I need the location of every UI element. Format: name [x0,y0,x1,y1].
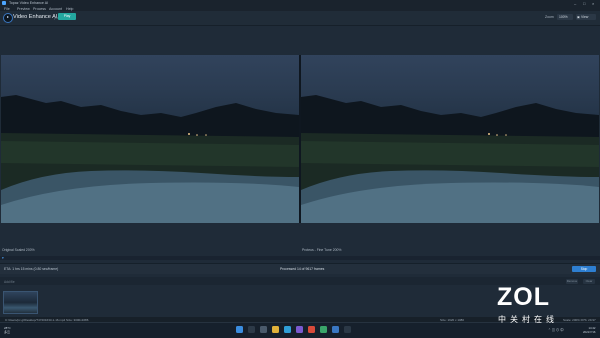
edge-icon[interactable] [284,326,291,333]
video-thumbnail[interactable] [3,291,38,314]
view-select[interactable]: View [576,13,596,20]
clock-date: 2021/7/16 [583,330,596,334]
original-preview-label: Original Scaled 200% [2,248,35,252]
menu-help[interactable]: Help [66,7,73,11]
stop-button[interactable]: Stop [572,265,596,272]
expand-icon[interactable]: ▾ [2,256,4,260]
zoom-select[interactable]: 100% [557,13,573,20]
search-icon[interactable] [248,326,255,333]
menu-account[interactable]: Account [49,7,62,11]
progress-text: Processed 14 of 9617 frames [280,267,325,271]
enhanced-preview-label: Proteus - Fine Tune 200% [302,248,342,252]
close-icon[interactable]: × [592,1,594,6]
menu-preview[interactable]: Preview [17,7,30,11]
zol-watermark-logo: ZOL [497,283,550,311]
clear-button[interactable]: Clear [583,279,595,284]
app-icon-green[interactable] [320,326,327,333]
maximize-icon[interactable]: □ [583,1,585,6]
app-icon-dark[interactable] [344,326,351,333]
remove-button[interactable]: Remove [566,279,578,284]
system-tray[interactable]: ⌃ ◫ ⊙ 中 [548,327,564,332]
app-header [0,11,600,26]
play-button[interactable]: Play [58,13,76,20]
store-icon[interactable] [296,326,303,333]
weather-widget[interactable]: 28°C 多云 [4,326,11,334]
product-name: Video Enhance AI [13,14,58,20]
original-preview[interactable] [1,55,299,223]
clock[interactable]: 14:42 2021/7/16 [583,326,595,334]
zol-watermark-text: 中关村在线 [498,315,558,324]
menu-process[interactable]: Process [33,7,46,11]
zoom-label: Zoom [545,15,554,19]
task-view-icon[interactable] [260,326,267,333]
file-explorer-icon[interactable] [272,326,279,333]
landscape-image-enhanced [301,95,599,223]
window-title: Topaz Video Enhance AI [9,1,49,5]
eta-text: ETA: 1 hrs 15 mins (0.80 sec/frame) [4,267,59,271]
enhanced-preview[interactable] [301,55,599,223]
minimize-icon[interactable]: – [574,1,576,6]
app-icon [2,1,6,5]
add-file-button[interactable]: Add file [4,280,15,284]
weather-desc: 多云 [4,330,11,334]
video-enhance-taskbar-icon[interactable] [332,326,339,333]
collapse-bar [0,256,600,260]
start-icon[interactable] [236,326,243,333]
menu-file[interactable]: File [4,7,10,11]
app-logo-icon [3,12,13,23]
landscape-image [1,95,299,223]
office-icon[interactable] [308,326,315,333]
